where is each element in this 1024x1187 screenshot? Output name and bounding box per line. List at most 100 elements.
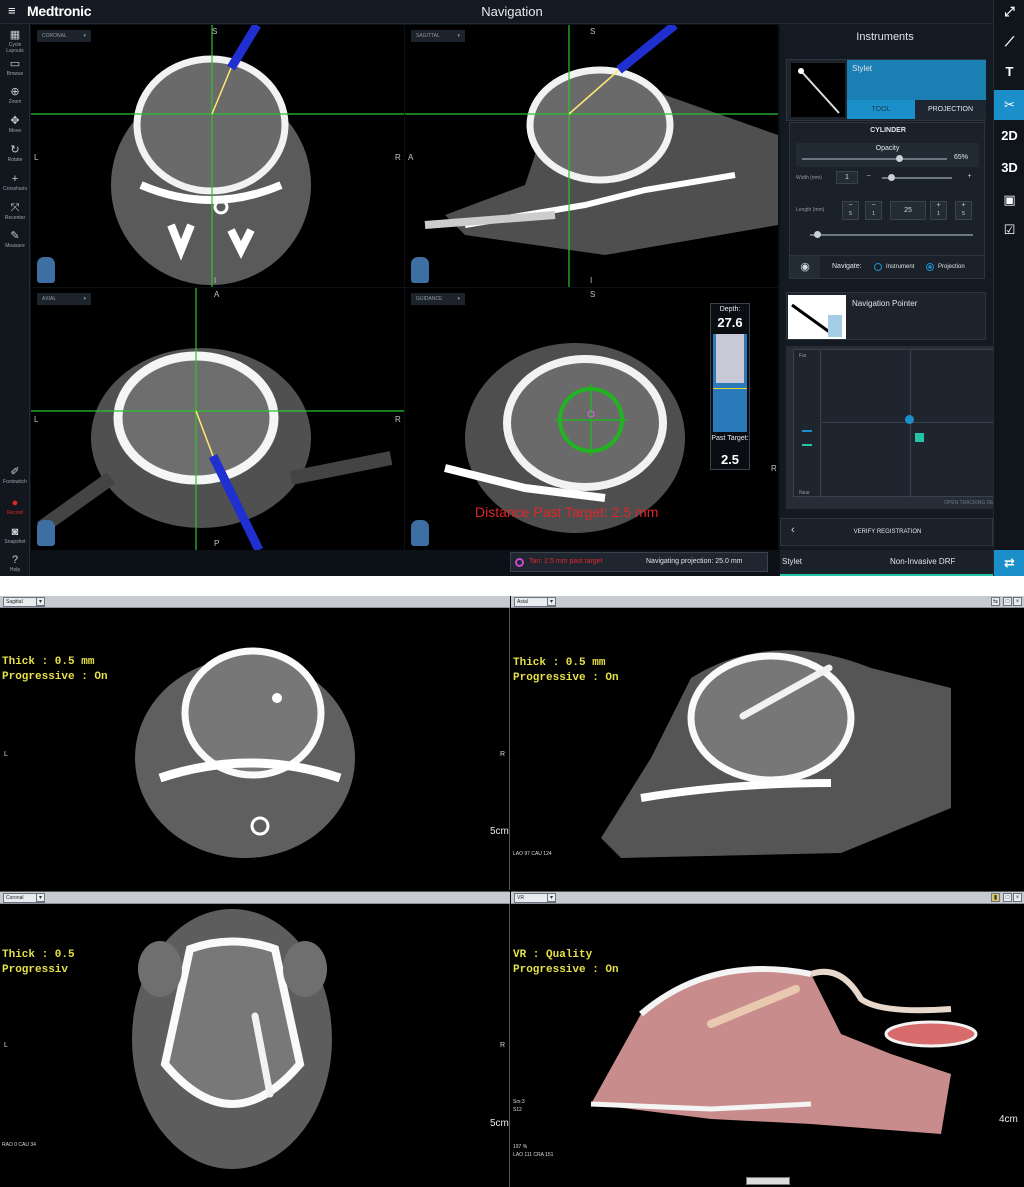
3d-view-button[interactable]: 3D <box>994 160 1024 175</box>
recenter-button[interactable]: ⤧ Recenter <box>0 202 30 221</box>
chevron-down-icon[interactable]: ▾ <box>36 597 45 606</box>
zoom-button[interactable]: ⊕ Zoom <box>0 86 30 105</box>
sagittal-viewport[interactable]: SAGITTAL ▾ S A I <box>405 25 778 287</box>
move-icon: ✥ <box>10 115 20 127</box>
browse-button[interactable]: ▭ Browse <box>0 58 30 77</box>
crosshairs-icon: + <box>11 173 19 185</box>
switch-instrument-icon[interactable]: ⇄ <box>994 550 1024 576</box>
head-orientation-icon <box>37 520 55 546</box>
length-slider[interactable] <box>810 234 973 236</box>
radio-instrument[interactable] <box>874 263 882 271</box>
orientation-top: S <box>590 290 596 299</box>
status-bar: Tan: 2.5 mm past target Navigating proje… <box>510 552 768 572</box>
axial-viewport[interactable]: AXIAL ▾ A L R P <box>31 288 404 550</box>
navigate-mode-row: ◉ Navigate: Instrument Projection <box>789 255 985 279</box>
instruments-panel: Instruments Stylet TOOL PROJECTION CYLIN… <box>780 24 1018 576</box>
axial-view-selector[interactable]: AXIAL ▾ <box>37 293 91 305</box>
opacity-slider-knob[interactable] <box>896 155 903 162</box>
camera-icon: ◙ <box>11 526 19 538</box>
help-button[interactable]: ? Help <box>0 554 30 573</box>
viewer-pane-axial[interactable]: Axial ▾ ⇆ □ × Thick : 0.5 mm Progressive… <box>511 596 1024 890</box>
footswitch-button[interactable]: ✐ Footswitch <box>0 466 30 485</box>
checklist-icon[interactable]: ☑ <box>994 222 1024 238</box>
orientation-bottom: P <box>214 539 220 548</box>
length-minus-5-button[interactable]: −5 <box>842 201 859 220</box>
instrument-tracker-icon <box>905 415 914 424</box>
crosshairs-button[interactable]: + Crosshairs <box>0 173 30 192</box>
record-button[interactable]: ● Record <box>0 497 30 516</box>
browse-icon: ▭ <box>9 58 21 70</box>
tab-tool[interactable]: TOOL <box>847 100 915 119</box>
length-minus-1-button[interactable]: −1 <box>865 201 882 220</box>
2d-view-button[interactable]: 2D <box>994 128 1024 143</box>
coronal-viewport[interactable]: CORONAL ▾ S L R I <box>31 25 404 287</box>
verify-registration-bar[interactable]: ‹ VERIFY REGISTRATION <box>780 518 993 546</box>
title-bar: ≡ Medtronic Navigation <box>0 0 993 24</box>
close-icon[interactable]: × <box>1013 893 1022 902</box>
maximize-icon[interactable]: □ <box>1003 597 1012 606</box>
dicom-viewer: Sagittal ▾ Thick : 0.5 mm Progressive : … <box>0 596 1024 1187</box>
length-slider-knob[interactable] <box>814 231 821 238</box>
drf-tracker-icon <box>915 433 924 442</box>
orientation-right: R <box>771 464 777 473</box>
navigation-pointer-card[interactable]: Navigation Pointer <box>786 292 986 340</box>
rotate-icon: ↻ <box>10 144 20 156</box>
coronal-view-selector[interactable]: CORONAL ▾ <box>37 30 91 42</box>
pane-header: Axial ▾ ⇆ □ × <box>511 596 1024 608</box>
eye-icon[interactable]: ◉ <box>790 256 820 278</box>
stylet-thumbnail <box>791 63 845 117</box>
sync-icon[interactable]: ⇆ <box>991 597 1000 606</box>
chevron-down-icon[interactable]: ▾ <box>547 893 556 902</box>
layouts-icon: ▦ <box>9 29 21 41</box>
opacity-slider[interactable] <box>802 158 947 160</box>
length-plus-5-button[interactable]: +5 <box>955 201 972 220</box>
record-icon: ● <box>11 497 19 509</box>
pane-header: VR ▾ ▮ □ × <box>511 892 1024 904</box>
stylet-header: Stylet <box>847 60 986 100</box>
measure-button[interactable]: ✎ Measure <box>0 230 30 249</box>
radio-projection[interactable] <box>926 263 934 271</box>
maximize-icon[interactable]: □ <box>1003 893 1012 902</box>
viewer-pane-sagittal[interactable]: Sagittal ▾ Thick : 0.5 mm Progressive : … <box>0 596 510 890</box>
orientation-bottom: I <box>590 276 593 285</box>
sagittal-ct-image <box>405 25 778 287</box>
text-tool-button[interactable]: T <box>994 64 1024 79</box>
width-value[interactable]: 1 <box>836 171 858 184</box>
instrument-tool-icon[interactable]: ✂ <box>994 90 1024 120</box>
depth-fill <box>716 334 744 383</box>
chevron-down-icon[interactable]: ▾ <box>547 597 556 606</box>
trajectory-icon[interactable]: ⟋ <box>994 34 1024 50</box>
footswitch-icon: ✐ <box>10 466 20 478</box>
close-icon[interactable]: × <box>1013 597 1022 606</box>
tracking-marker <box>802 444 812 446</box>
rotate-button[interactable]: ↻ Rotate <box>0 144 30 163</box>
layout-icon[interactable]: ▣ <box>994 192 1024 208</box>
viewer-pane-vr[interactable]: VR ▾ ▮ □ × VR : Quality Progressive : On… <box>511 891 1024 1187</box>
frame-navigation-controls[interactable] <box>746 1177 790 1185</box>
snapshot-button[interactable]: ◙ Snapshot <box>0 526 30 545</box>
move-button[interactable]: ✥ Move <box>0 115 30 134</box>
width-slider-knob[interactable] <box>888 174 895 181</box>
head-orientation-icon <box>411 520 429 546</box>
sagittal-view-selector[interactable]: SAGITTAL ▾ <box>411 30 465 42</box>
pane-header: Sagittal ▾ <box>0 596 510 608</box>
hamburger-menu-icon[interactable]: ≡ <box>8 4 20 17</box>
width-minus-button[interactable]: − <box>862 171 875 184</box>
width-plus-button[interactable]: + <box>963 171 976 184</box>
tracking-axis <box>820 350 821 498</box>
color-bar-icon[interactable]: ▮ <box>991 893 1000 902</box>
guidance-viewport[interactable]: GUIDANCE ▾ S R Distance Past Target: 2.5 … <box>405 288 778 550</box>
sagittal-ct-image <box>135 647 355 858</box>
cycle-layouts-button[interactable]: ▦ Cycle Layouts <box>0 29 30 54</box>
tab-projection[interactable]: PROJECTION <box>915 100 986 119</box>
guidance-view-selector[interactable]: GUIDANCE ▾ <box>411 293 465 305</box>
active-instrument-bar: Stylet Non-Invasive DRF <box>780 550 993 576</box>
orientation-right: R <box>395 153 401 162</box>
stylet-instrument-card[interactable]: Stylet TOOL PROJECTION <box>786 59 986 121</box>
fullscreen-icon[interactable]: ⤢ <box>994 4 1024 20</box>
viewer-pane-coronal[interactable]: Coronal ▾ Thick : 0.5 Progressiv L R 5cm… <box>0 891 510 1187</box>
chevron-down-icon: ▾ <box>457 33 460 39</box>
length-plus-1-button[interactable]: +1 <box>930 201 947 220</box>
chevron-down-icon[interactable]: ▾ <box>36 893 45 902</box>
length-value[interactable]: 25 <box>890 201 926 220</box>
